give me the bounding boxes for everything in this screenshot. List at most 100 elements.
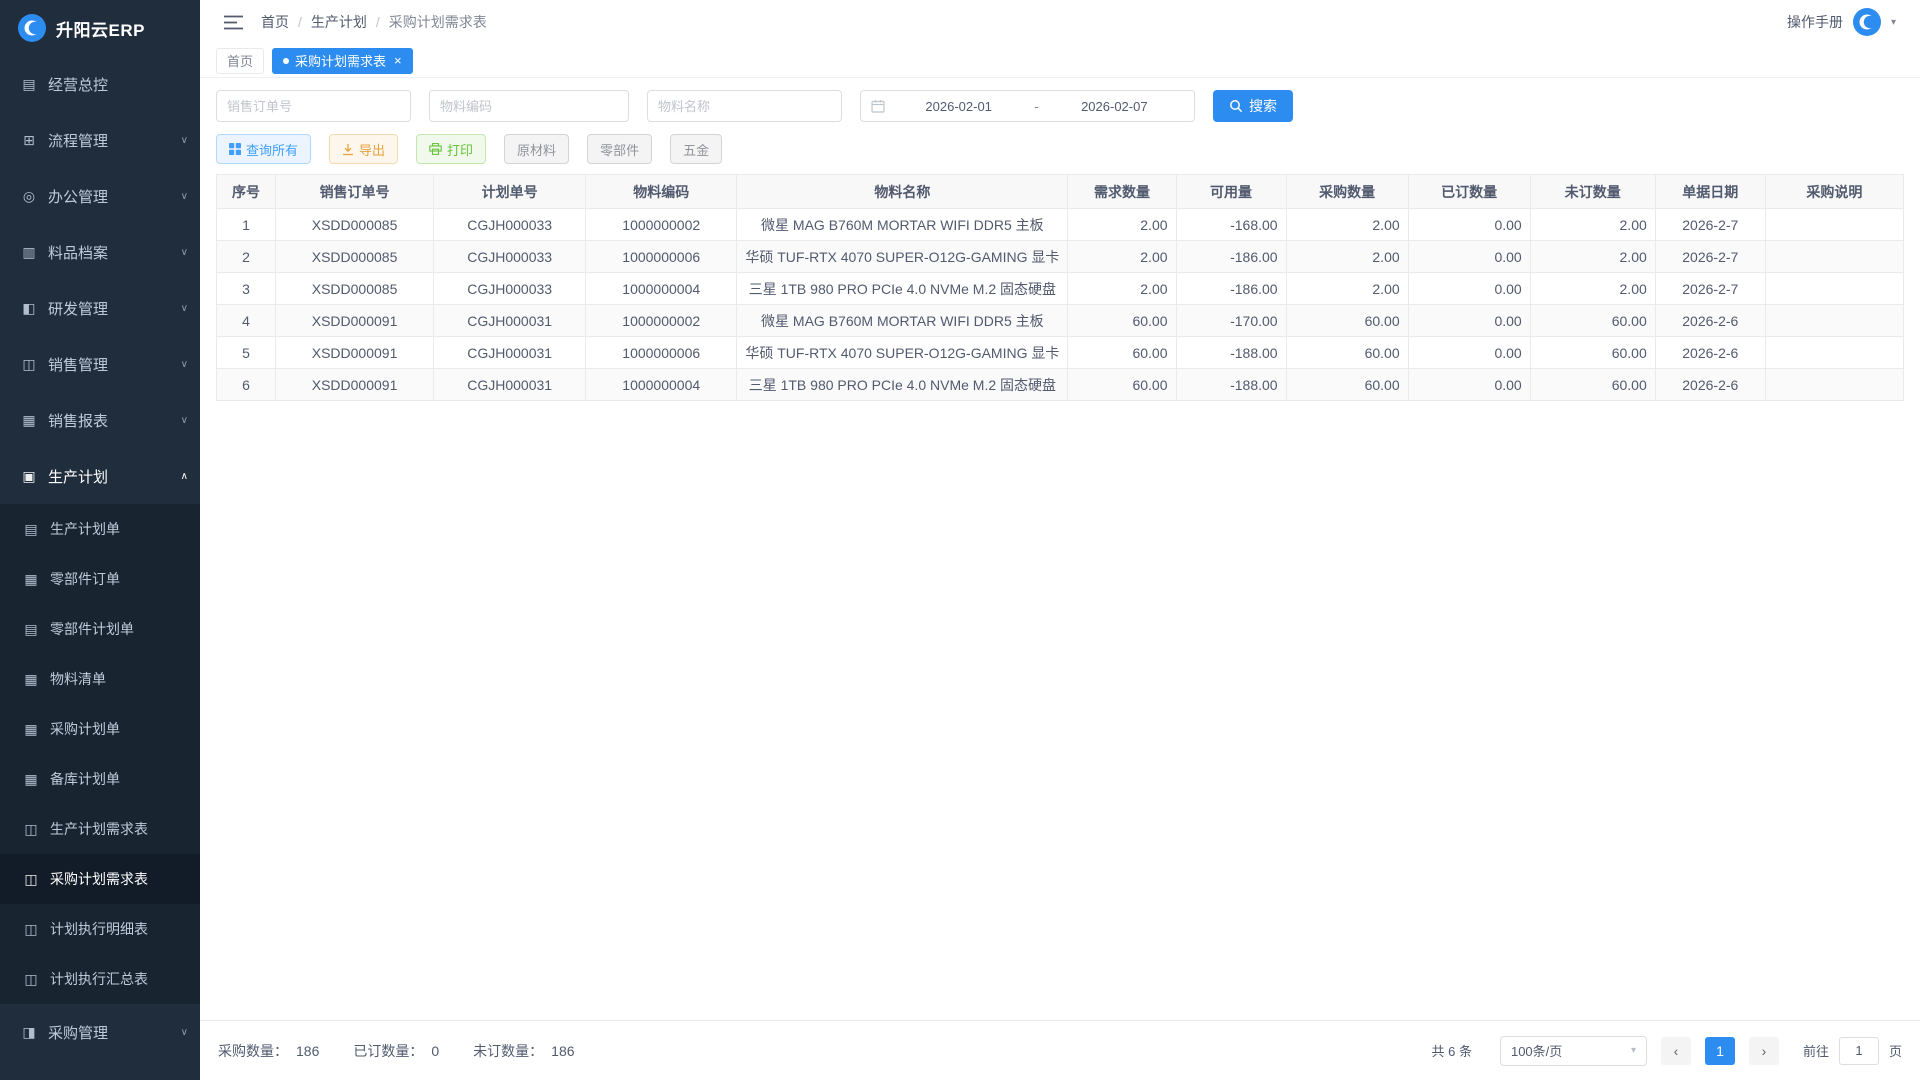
table-cell: 0.00	[1408, 209, 1530, 241]
doc-icon: ▤	[22, 621, 40, 638]
export-button[interactable]: 导出	[329, 134, 398, 164]
table-cell: 2.00	[1068, 273, 1176, 305]
menu-item-label: 办公管理	[48, 186, 108, 207]
raw-material-button[interactable]: 原材料	[504, 134, 569, 164]
goto-page-input[interactable]	[1839, 1037, 1879, 1065]
search-button[interactable]: 搜索	[1213, 90, 1293, 122]
material-code-input[interactable]	[429, 90, 629, 122]
table-row[interactable]: 1XSDD000085CGJH0000331000000002微星 MAG B7…	[217, 209, 1904, 241]
table-row[interactable]: 6XSDD000091CGJH0000311000000004三星 1TB 98…	[217, 369, 1904, 401]
sidebar-item-production-plan-demand[interactable]: ◫生产计划需求表	[0, 804, 200, 854]
close-icon[interactable]: ×	[394, 53, 402, 68]
table-cell: 2026-2-6	[1655, 305, 1765, 337]
menu-item-label: 零部件计划单	[50, 619, 134, 639]
table-cell: 2	[217, 241, 276, 273]
table-cell: -168.00	[1176, 209, 1286, 241]
menu-item-label: 计划执行汇总表	[50, 969, 148, 989]
parts-button[interactable]: 零部件	[587, 134, 652, 164]
date-range-picker[interactable]: 2026-02-01 - 2026-02-07	[860, 90, 1195, 122]
calendar-icon	[871, 99, 885, 113]
sidebar-menu: ▤经营总控⊞流程管理∨◎办公管理∨▥料品档案∨◧研发管理∨◫销售管理∨▦销售报表…	[0, 56, 200, 1080]
sidebar-item-stock-plan-order[interactable]: ▦备库计划单	[0, 754, 200, 804]
hardware-button[interactable]: 五金	[670, 134, 722, 164]
sidebar-item-plan-exec-summary[interactable]: ◫计划执行汇总表	[0, 954, 200, 1004]
column-header: 物料名称	[737, 175, 1068, 209]
table-row[interactable]: 2XSDD000085CGJH0000331000000006华硕 TUF-RT…	[217, 241, 1904, 273]
column-header: 销售订单号	[276, 175, 434, 209]
summary-bar: 采购数量：186已订数量：0未订数量：186	[218, 1041, 609, 1061]
sidebar-item-bom[interactable]: ▦物料清单	[0, 654, 200, 704]
table-cell: 0.00	[1408, 273, 1530, 305]
table-cell: 2026-2-7	[1655, 209, 1765, 241]
table-cell: 1000000004	[586, 369, 737, 401]
tab-home[interactable]: 首页	[216, 48, 264, 74]
breadcrumb-production-plan[interactable]: 生产计划	[311, 12, 367, 32]
sidebar-item-rd-management[interactable]: ◧研发管理∨	[0, 280, 200, 336]
sales-icon: ◫	[20, 356, 38, 373]
query-all-button[interactable]: 查询所有	[216, 134, 311, 164]
summary-value: 186	[296, 1043, 319, 1059]
table-row[interactable]: 3XSDD000085CGJH0000331000000004三星 1TB 98…	[217, 273, 1904, 305]
menu-item-label: 生产计划需求表	[50, 819, 148, 839]
table-cell: 2026-2-7	[1655, 273, 1765, 305]
sidebar-item-production-plan-order[interactable]: ▤生产计划单	[0, 504, 200, 554]
sidebar-item-plan-exec-detail[interactable]: ◫计划执行明细表	[0, 904, 200, 954]
table-cell: 2.00	[1286, 209, 1408, 241]
manual-link[interactable]: 操作手册	[1787, 12, 1843, 32]
menu-item-label: 经营总控	[48, 74, 108, 95]
table-cell: 4	[217, 305, 276, 337]
table-row[interactable]: 5XSDD000091CGJH0000311000000006华硕 TUF-RT…	[217, 337, 1904, 369]
sales-order-input[interactable]	[216, 90, 411, 122]
page-size-select[interactable]: 100条/页 ▾	[1500, 1036, 1647, 1066]
column-header: 未订数量	[1530, 175, 1655, 209]
sidebar-item-sales-report[interactable]: ▦销售报表∨	[0, 392, 200, 448]
table-icon: ▦	[22, 671, 40, 688]
table-icon: ▦	[22, 571, 40, 588]
sidebar-item-purchase-plan-demand[interactable]: ◫采购计划需求表	[0, 854, 200, 904]
table-cell: 2.00	[1068, 241, 1176, 273]
column-header: 采购说明	[1765, 175, 1903, 209]
table-cell: -188.00	[1176, 337, 1286, 369]
sidebar-item-sales-management[interactable]: ◫销售管理∨	[0, 336, 200, 392]
sidebar-item-purchase-management[interactable]: ◨采购管理∨	[0, 1004, 200, 1060]
sidebar-item-process-management[interactable]: ⊞流程管理∨	[0, 112, 200, 168]
toolbar: 查询所有 导出打印原材料零部件五金	[216, 134, 1904, 164]
sidebar-item-purchase-plan-order[interactable]: ▦采购计划单	[0, 704, 200, 754]
summary-label: 已订数量：	[353, 1043, 423, 1059]
breadcrumb-home[interactable]: 首页	[261, 12, 289, 32]
sidebar-item-business-overview[interactable]: ▤经营总控	[0, 56, 200, 112]
sidebar-item-workshop-settings[interactable]: ◩车间设置∨	[0, 1060, 200, 1080]
page-size-value: 100条/页	[1511, 1041, 1562, 1060]
table-row[interactable]: 4XSDD000091CGJH0000311000000002微星 MAG B7…	[217, 305, 1904, 337]
print-icon	[429, 143, 442, 155]
chevron-down-icon[interactable]: ▾	[1891, 17, 1896, 28]
menu-item-label: 零部件订单	[50, 569, 120, 589]
sidebar-item-office-management[interactable]: ◎办公管理∨	[0, 168, 200, 224]
table-cell: 60.00	[1068, 337, 1176, 369]
chevron-down-icon: ∨	[181, 247, 188, 258]
column-header: 采购数量	[1286, 175, 1408, 209]
button-label: 查询所有	[246, 140, 298, 159]
table-cell: 2026-2-6	[1655, 337, 1765, 369]
next-page-button[interactable]: ›	[1749, 1037, 1779, 1065]
breadcrumb-separator: /	[376, 14, 380, 30]
table-cell: -186.00	[1176, 241, 1286, 273]
page-1-button[interactable]: 1	[1705, 1037, 1735, 1065]
sidebar-item-material-archive[interactable]: ▥料品档案∨	[0, 224, 200, 280]
summary-item: 已订数量：0	[353, 1041, 439, 1061]
table-cell: 2026-2-6	[1655, 369, 1765, 401]
sidebar-item-production-plan[interactable]: ▣生产计划∧	[0, 448, 200, 504]
sidebar-toggle-icon[interactable]	[224, 15, 243, 30]
table-cell: 60.00	[1286, 337, 1408, 369]
report-icon: ▦	[20, 412, 38, 429]
avatar[interactable]	[1853, 8, 1881, 36]
print-button[interactable]: 打印	[416, 134, 486, 164]
date-end-value: 2026-02-07	[1045, 99, 1184, 114]
prev-page-button[interactable]: ‹	[1661, 1037, 1691, 1065]
material-name-input[interactable]	[647, 90, 842, 122]
sidebar-item-parts-plan-order[interactable]: ▤ 零部件计划单	[0, 604, 200, 654]
sidebar: 升阳云ERP ▤经营总控⊞流程管理∨◎办公管理∨▥料品档案∨◧研发管理∨◫销售管…	[0, 0, 200, 1080]
tab-purchase-plan-demand[interactable]: 采购计划需求表×	[272, 48, 413, 74]
sidebar-item-parts-order[interactable]: ▦ 零部件订单	[0, 554, 200, 604]
date-separator: -	[1032, 99, 1040, 114]
